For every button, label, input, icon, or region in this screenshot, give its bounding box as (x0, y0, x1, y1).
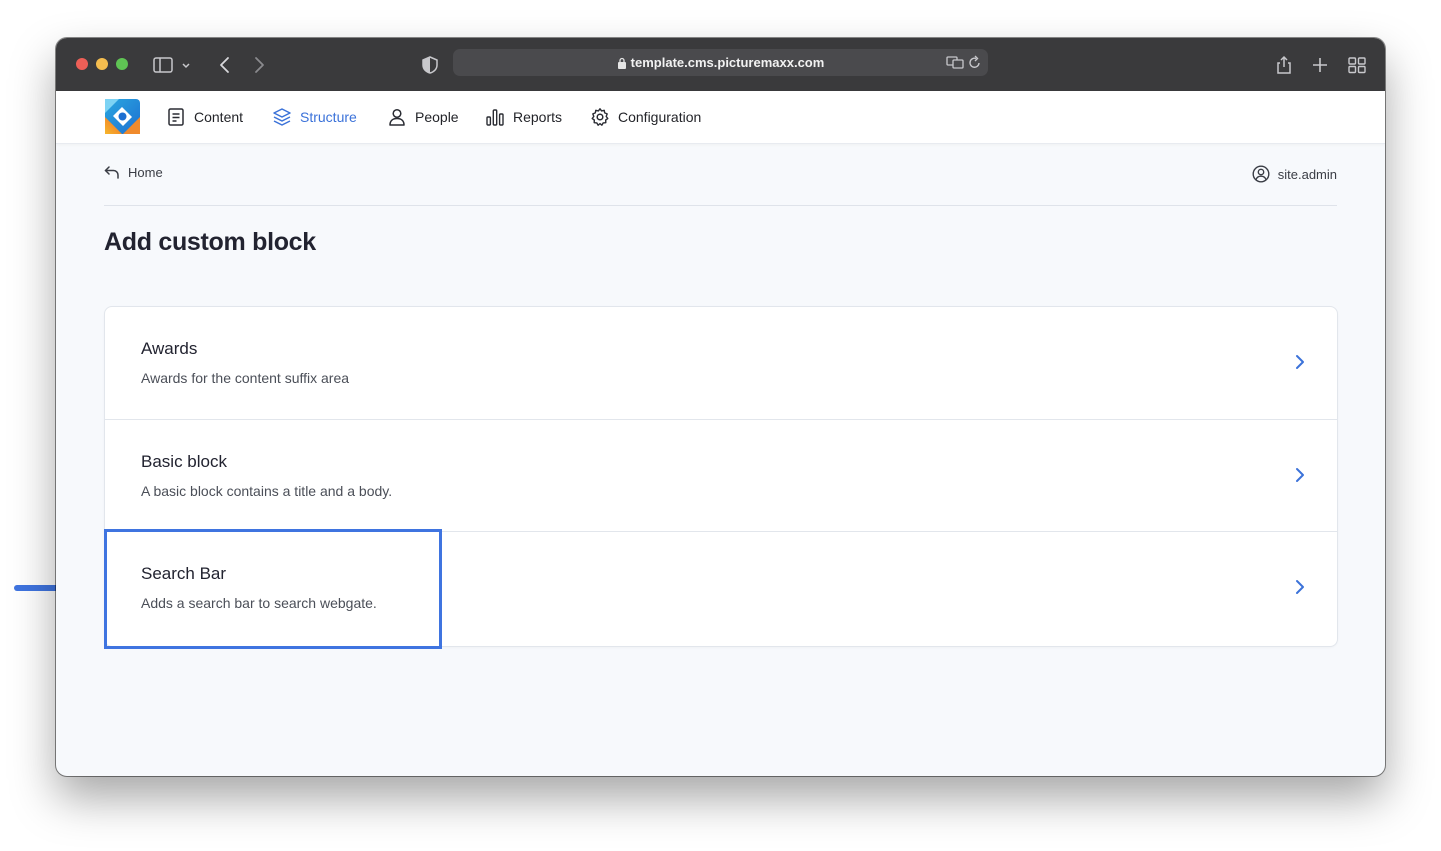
return-arrow-icon (104, 165, 119, 179)
browser-window: template.cms.picturemaxx.com Content Str… (56, 38, 1385, 776)
block-type-list: Awards Awards for the content suffix are… (104, 306, 1338, 647)
block-type-title: Awards (141, 339, 198, 358)
share-icon[interactable] (1273, 54, 1295, 76)
block-type-title: Search Bar (141, 564, 227, 583)
nav-reports-label: Reports (513, 109, 563, 125)
chevron-right-icon (1296, 355, 1304, 369)
layers-icon (273, 108, 291, 126)
forward-arrow-icon[interactable] (248, 54, 270, 76)
document-icon (168, 108, 184, 126)
chevron-right-icon (1296, 468, 1304, 482)
home-link[interactable]: Home (104, 165, 163, 180)
url-text: template.cms.picturemaxx.com (630, 55, 825, 70)
nav-content-label: Content (194, 109, 244, 125)
chevron-down-icon[interactable] (180, 54, 192, 76)
user-avatar-icon (1252, 165, 1270, 183)
nav-structure-label: Structure (300, 109, 357, 125)
breadcrumb-bar: Home site.admin (104, 143, 1337, 206)
home-link-label: Home (128, 165, 163, 180)
back-arrow-icon[interactable] (214, 54, 236, 76)
sidebar-toggle-icon[interactable] (152, 54, 174, 76)
block-type-description: Awards for the content suffix area (141, 370, 350, 386)
close-window-button[interactable] (76, 58, 88, 70)
person-icon (389, 108, 405, 126)
block-type-description: A basic block contains a title and a bod… (141, 483, 393, 499)
user-name: site.admin (1277, 166, 1337, 182)
app-logo-icon[interactable] (105, 99, 140, 134)
nav-reports[interactable]: Reports (485, 91, 562, 143)
address-bar[interactable]: template.cms.picturemaxx.com (453, 49, 988, 76)
nav-configuration-label: Configuration (618, 109, 702, 125)
block-type-basic-block[interactable]: Basic block A basic block contains a tit… (105, 419, 1337, 532)
tab-overview-icon[interactable] (1346, 54, 1368, 76)
new-tab-icon[interactable] (1309, 54, 1331, 76)
user-menu[interactable]: site.admin (1252, 165, 1337, 183)
nav-people-label: People (415, 109, 459, 125)
zoom-window-button[interactable] (116, 58, 128, 70)
reload-icon[interactable] (968, 55, 982, 70)
browser-titlebar: template.cms.picturemaxx.com (56, 38, 1385, 91)
nav-people[interactable]: People (387, 91, 459, 143)
translate-icon[interactable] (946, 55, 964, 70)
gear-icon (591, 108, 609, 126)
block-type-awards[interactable]: Awards Awards for the content suffix are… (105, 307, 1337, 419)
nav-structure[interactable]: Structure (272, 91, 357, 143)
page-title: Add custom block (104, 228, 316, 256)
bar-chart-icon (486, 109, 504, 126)
block-type-description: Adds a search bar to search webgate. (141, 595, 377, 611)
privacy-shield-icon[interactable] (419, 54, 441, 76)
nav-content[interactable]: Content (166, 91, 243, 143)
admin-toolbar: Content Structure People Reports Configu… (56, 91, 1385, 144)
chevron-right-icon (1296, 580, 1304, 594)
lock-icon (617, 57, 626, 69)
block-type-search-bar[interactable]: Search Bar Adds a search bar to search w… (105, 531, 1337, 644)
nav-configuration[interactable]: Configuration (590, 91, 701, 143)
minimize-window-button[interactable] (96, 58, 108, 70)
block-type-title: Basic block (141, 452, 227, 471)
